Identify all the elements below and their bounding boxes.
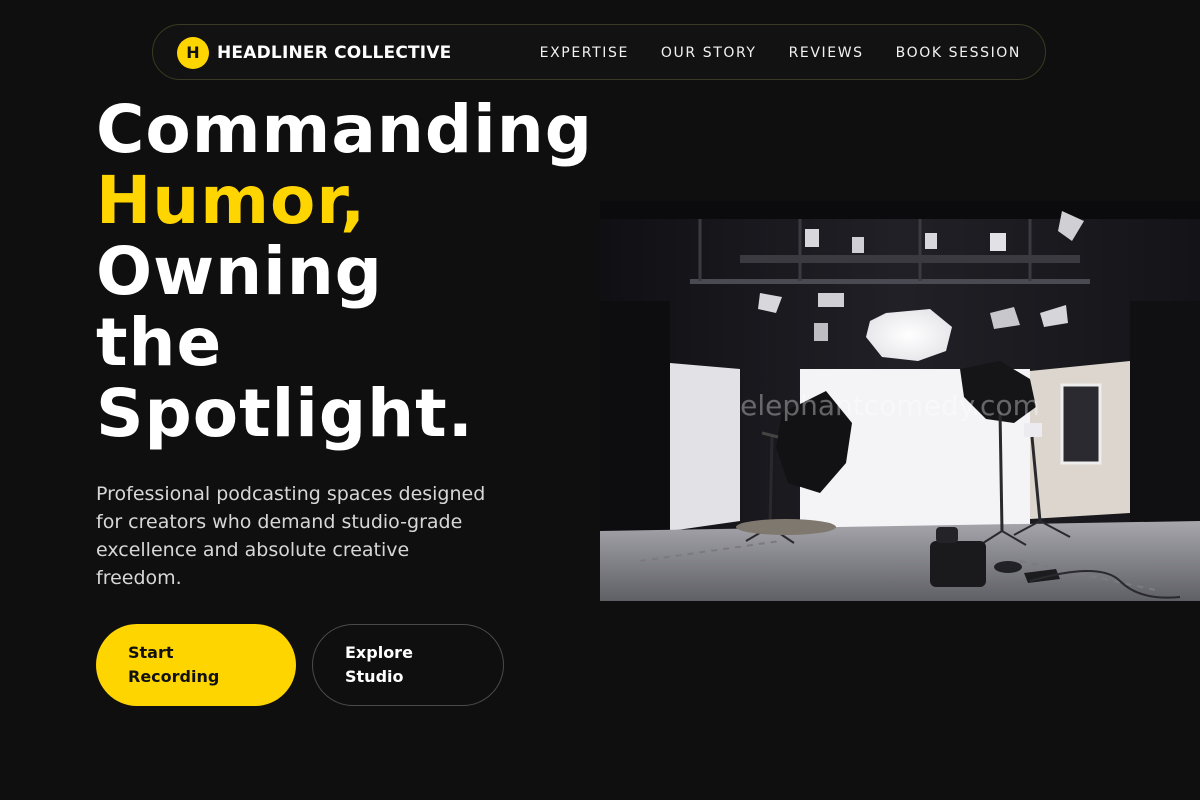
image-watermark: elephantcomedy.com	[740, 389, 1040, 422]
headline-line-1: Commanding	[96, 91, 593, 168]
logo-badge[interactable]: H	[177, 37, 209, 69]
studio-photo: elephantcomedy.com	[600, 201, 1200, 601]
headline-line-3: Owning	[96, 233, 383, 310]
headline-line-5: Spotlight.	[96, 375, 474, 452]
headline-line-4: the	[96, 304, 223, 381]
explore-studio-label: Explore Studio	[345, 643, 413, 686]
nav-link-reviews[interactable]: REVIEWS	[789, 45, 864, 61]
explore-studio-button[interactable]: Explore Studio	[312, 624, 504, 706]
hero-description: Professional podcasting spaces designed …	[96, 483, 486, 589]
headline-line-2-accent: Humor,	[96, 162, 367, 239]
nav-link-expertise[interactable]: EXPERTISE	[540, 45, 629, 61]
nav-links: EXPERTISE OUR STORY REVIEWS BOOK SESSION	[540, 25, 1021, 81]
hero-headline: Commanding Humor, Owning the Spotlight.	[96, 94, 593, 449]
studio-photo-illustration: elephantcomedy.com	[600, 201, 1200, 601]
page: H HEADLINER COLLECTIVE EXPERTISE OUR STO…	[0, 0, 1200, 800]
nav-link-our-story[interactable]: OUR STORY	[661, 45, 757, 61]
nav-link-book-session[interactable]: BOOK SESSION	[896, 45, 1021, 61]
top-navigation: H HEADLINER COLLECTIVE EXPERTISE OUR STO…	[152, 24, 1046, 80]
start-recording-button[interactable]: Start Recording	[96, 624, 296, 706]
brand-name[interactable]: HEADLINER COLLECTIVE	[217, 25, 452, 81]
start-recording-label: Start Recording	[128, 643, 220, 686]
